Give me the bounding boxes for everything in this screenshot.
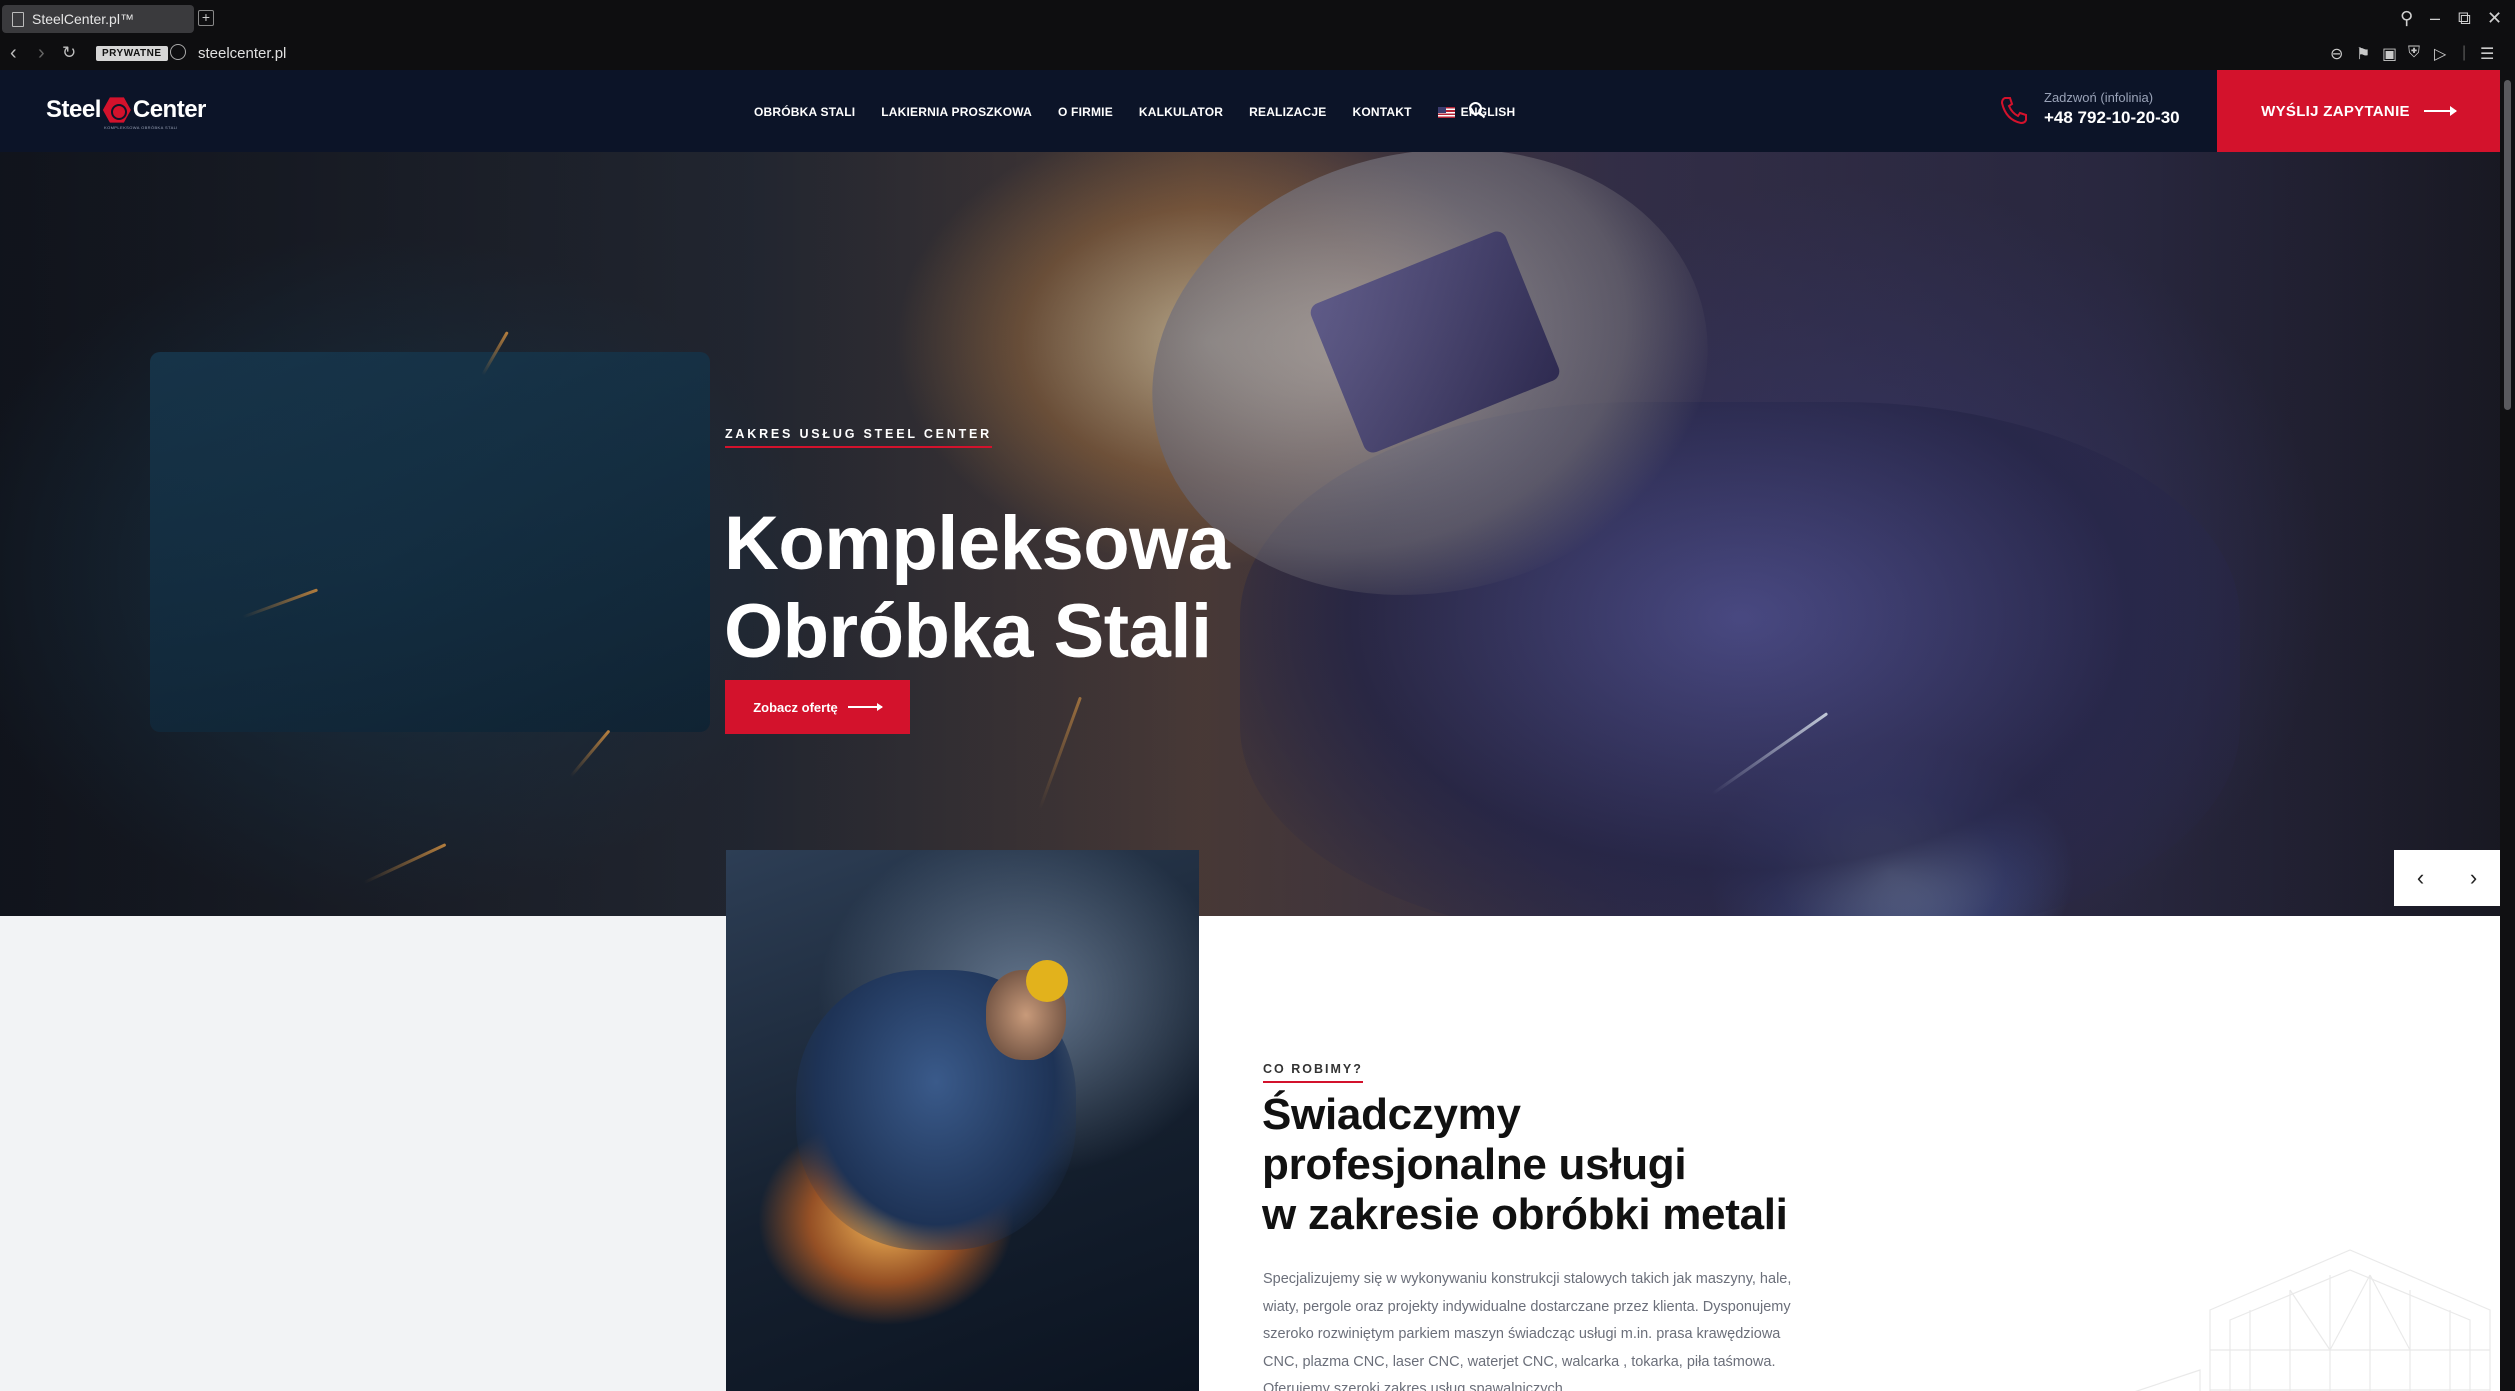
browser-addressbar: ‹ › ↻ PRYWATNE steelcenter.pl ⊖ ⚑ ▣ ⛨ ▷ … — [0, 38, 2515, 70]
browser-tab[interactable]: SteelCenter.pl™ — [2, 5, 194, 33]
zoom-out-icon[interactable]: ⊖ — [2330, 44, 2343, 64]
nav-obrobka-stali[interactable]: OBRÓBKA STALI — [754, 105, 855, 119]
browser-tabbar: SteelCenter.pl™ + ⚲ – ⧉ ✕ — [0, 0, 2515, 38]
grinding-worker-photo — [726, 850, 1199, 1391]
private-badge: PRYWATNE — [96, 46, 168, 61]
slider-prev-button[interactable]: ‹ — [2394, 850, 2447, 906]
site-header: Steel Center KOMPLEKSOWA OBRÓBKA STALI O… — [0, 70, 2500, 152]
play-icon[interactable]: ▷ — [2434, 44, 2446, 64]
section-eyebrow: CO ROBIMY? — [1263, 1062, 1363, 1083]
gray-panel — [0, 916, 726, 1391]
section-paragraph: Specjalizujemy się w wykonywaniu konstru… — [1263, 1271, 1792, 1391]
nav-o-firmie[interactable]: O FIRMIE — [1058, 105, 1113, 119]
phone-number[interactable]: +48 792-10-20-30 — [2044, 108, 2180, 128]
globe-icon — [170, 44, 186, 60]
send-inquiry-button[interactable]: WYŚLIJ ZAPYTANIE — [2217, 70, 2500, 152]
hero-title-line2: Obróbka Stali — [724, 589, 1212, 674]
section-title-line3: w zakresie obróbki metali — [1262, 1190, 1788, 1239]
document-icon — [12, 11, 24, 27]
logo-text-left: Steel — [46, 96, 101, 123]
hero-title-line1: Kompleksowa — [724, 501, 1230, 586]
see-offer-label: Zobacz ofertę — [753, 699, 838, 715]
back-icon[interactable]: ‹ — [10, 42, 17, 65]
search-icon[interactable]: ⚲ — [2400, 8, 2413, 29]
search-icon[interactable] — [1468, 101, 1486, 119]
slider-next-button[interactable]: › — [2447, 850, 2500, 906]
page-scrollbar[interactable] — [2500, 70, 2515, 1391]
url-field[interactable]: steelcenter.pl — [198, 45, 286, 62]
slider-nav: ‹ › — [2394, 850, 2500, 906]
logo-hex-icon — [102, 97, 131, 123]
scrollbar-thumb[interactable] — [2504, 80, 2511, 410]
structure-sketch-decoration — [2135, 1249, 2491, 1391]
section-title-line1: Świadczymy — [1262, 1090, 1521, 1139]
nav-lakiernia-proszkowa[interactable]: LAKIERNIA PROSZKOWA — [881, 105, 1032, 119]
website-viewport: Steel Center KOMPLEKSOWA OBRÓBKA STALI O… — [0, 70, 2500, 1391]
logo-text-right: Center — [132, 96, 207, 123]
hero-title: Kompleksowa Obróbka Stali — [724, 500, 1230, 676]
menu-icon[interactable]: ☰ — [2480, 44, 2494, 64]
nav-kalkulator[interactable]: KALKULATOR — [1139, 105, 1223, 119]
arrow-right-icon — [2423, 106, 2457, 116]
send-inquiry-label: WYŚLIJ ZAPYTANIE — [2261, 102, 2410, 120]
reload-icon[interactable]: ↻ — [62, 43, 76, 63]
nav-realizacje[interactable]: REALIZACJE — [1249, 105, 1326, 119]
site-logo[interactable]: Steel Center KOMPLEKSOWA OBRÓBKA STALI — [46, 96, 207, 130]
section-title-line2: profesjonalne usługi — [1262, 1140, 1687, 1189]
forward-icon[interactable]: › — [38, 42, 45, 65]
hero-slider: ZAKRES USŁUG STEEL CENTER Kompleksowa Ob… — [0, 152, 2500, 916]
us-flag-icon — [1437, 106, 1455, 118]
shield-icon[interactable]: ⛨ — [2408, 44, 2420, 62]
close-icon[interactable]: ✕ — [2487, 8, 2502, 29]
tab-title: SteelCenter.pl™ — [32, 11, 134, 27]
new-tab-button[interactable]: + — [198, 10, 214, 26]
phone-icon — [2000, 97, 2027, 125]
logo-tagline: KOMPLEKSOWA OBRÓBKA STALI — [104, 125, 178, 130]
hero-eyebrow: ZAKRES USŁUG STEEL CENTER — [725, 427, 993, 448]
main-nav: OBRÓBKA STALI LAKIERNIA PROSZKOWA O FIRM… — [754, 105, 1541, 119]
nav-kontakt[interactable]: KONTAKT — [1352, 105, 1411, 119]
minimize-icon[interactable]: – — [2430, 8, 2440, 29]
phone-label: Zadzwoń (infolinia) — [2044, 90, 2154, 105]
hero-overlay — [0, 152, 2500, 916]
bookmark-icon[interactable]: ⚑ — [2356, 44, 2370, 64]
ear-muff — [1026, 960, 1068, 1002]
section-title: Świadczymy profesjonalne usługi w zakres… — [1262, 1090, 1788, 1240]
see-offer-button[interactable]: Zobacz ofertę — [725, 680, 910, 734]
divider: | — [2462, 44, 2467, 61]
arrow-right-icon — [847, 704, 883, 710]
restore-icon[interactable]: ⧉ — [2458, 8, 2471, 29]
screenshot-icon[interactable]: ▣ — [2382, 44, 2397, 64]
